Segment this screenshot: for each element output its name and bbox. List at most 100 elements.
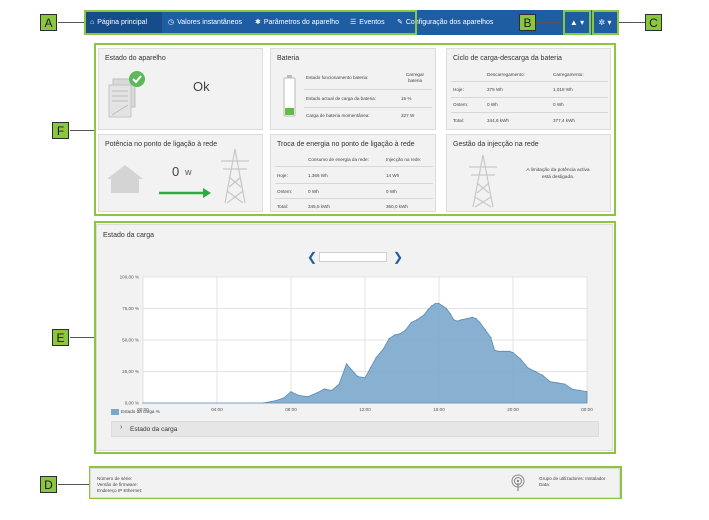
series-point: [493, 349, 496, 351]
series-point: [357, 375, 359, 378]
cycle-title: Ciclo de carga-descarga da bateria: [453, 55, 562, 62]
series-point: [503, 350, 505, 352]
exchange-divider-0: [275, 166, 433, 167]
series-point: [388, 338, 390, 340]
cycle-header-charge: Carregamento:: [553, 72, 584, 77]
series-point: [427, 309, 429, 311]
series-point: [364, 377, 366, 379]
battery-icon: [283, 75, 296, 117]
nav-device-configuration-label: Configuração dos aparelhos: [405, 19, 494, 26]
x-tick-label: 12:00: [359, 407, 371, 412]
page: ⌂ Página principal ◷ Valores instantâneos …: [0, 0, 709, 520]
callout-c: C: [645, 14, 662, 31]
device-state-title: Estado do aparelho: [105, 55, 166, 62]
grid-power-unit: W: [185, 170, 192, 177]
date-label: Data:: [539, 482, 550, 487]
series-point: [142, 402, 144, 404]
exchange-panel: Troca de energia no ponto de ligação à r…: [270, 134, 436, 212]
series-point: [449, 312, 451, 315]
exchange-row-2-feed: 0 Wh: [386, 189, 397, 194]
prev-day-button[interactable]: ❮: [307, 251, 317, 263]
callout-f-line: [70, 130, 94, 131]
feed-management-message: A limitação da potência activa está desl…: [526, 168, 590, 180]
battery-row-2-label: Estado actual de carga da bateria:: [306, 96, 376, 101]
series-point: [542, 374, 544, 376]
series-point: [338, 383, 340, 385]
status-footer: Número de série: Versão de firmware: End…: [90, 468, 620, 498]
series-point: [519, 358, 521, 360]
battery-divider-2: [304, 107, 432, 108]
exchange-row-2-label: Ontem:: [277, 189, 293, 194]
device-state-panel: Estado do aparelho Ok: [98, 48, 263, 130]
serial-number-label: Número de série:: [97, 476, 133, 481]
battery-row-1-value: Carregar bateria: [405, 72, 425, 83]
cycle-divider-1: [451, 97, 608, 98]
exchange-row-3-label: Total:: [277, 204, 288, 209]
series-point: [527, 367, 529, 369]
battery-row-2-value: 15 %: [401, 96, 412, 101]
series-point: [316, 392, 318, 394]
collapse-label: Estado da carga: [130, 426, 178, 433]
firmware-version-label: Versão de firmware:: [97, 482, 138, 487]
house-icon: [107, 165, 143, 193]
y-tick-label: 50,00 %: [122, 338, 139, 343]
cycle-panel: Ciclo de carga-descarga da bateria Desca…: [446, 48, 611, 130]
series-point: [297, 394, 299, 396]
cycle-header-discharge: Descarregamento:: [487, 72, 525, 77]
series-point: [534, 370, 536, 373]
y-tick-label: 75,00 %: [122, 306, 139, 311]
callout-e-line: [70, 337, 94, 338]
exchange-row-1-label: Hoje:: [277, 173, 288, 178]
exchange-divider-1: [275, 183, 433, 184]
user-group-label: Grupo de utilizadores: Instalador: [539, 476, 606, 481]
exchange-divider-2: [275, 198, 433, 199]
battery-title: Bateria: [277, 55, 300, 62]
x-tick-label: 20:00: [507, 407, 519, 412]
callout-b-line: [537, 22, 563, 23]
legend-label: Estado da carga %: [121, 409, 160, 414]
series-point: [475, 318, 477, 320]
next-day-button[interactable]: ❯: [393, 251, 403, 263]
feed-management-title: Gestão da injecção na rede: [453, 141, 539, 148]
chevron-right-icon: ›: [120, 424, 123, 431]
device-state-value: Ok: [193, 79, 210, 94]
cycle-row-2-label: Ontem:: [453, 102, 469, 107]
y-tick-label: 25,00 %: [122, 369, 139, 374]
grid-power-title: Potência no ponto de ligação à rede: [105, 141, 218, 148]
exchange-row-3-feed: 360,0 kWh: [386, 204, 408, 209]
series-point: [564, 383, 566, 385]
x-tick-label: 00:00: [581, 407, 593, 412]
series-point: [490, 336, 492, 339]
series-point: [275, 399, 277, 402]
grid-power-panel: Potência no ponto de ligação à rede 0 W: [98, 134, 263, 212]
series-point: [571, 388, 573, 390]
collapse-bar[interactable]: › Estado da carga: [111, 421, 599, 437]
wlan-icon: [511, 474, 525, 491]
battery-row-1-label: Estado funcionamento bateria:: [306, 75, 369, 80]
series-point: [460, 319, 462, 321]
callout-e: E: [52, 329, 69, 346]
callout-frame-a: [84, 10, 417, 35]
series-point: [419, 316, 422, 318]
exchange-row-1-consumption: 1.366 Wh: [308, 173, 328, 178]
cycle-row-1-charge: 1.018 Wh: [553, 87, 573, 92]
series-point: [375, 357, 377, 359]
series-point: [579, 389, 581, 391]
series-point: [453, 319, 455, 321]
x-tick-label: 08:00: [285, 407, 297, 412]
battery-row-3-label: Carga de bateria momentânea:: [306, 113, 370, 118]
callout-f: F: [52, 122, 69, 139]
series-point: [345, 363, 348, 365]
series-point: [434, 302, 436, 305]
series-point: [283, 397, 285, 399]
date-picker-input[interactable]: [319, 252, 387, 262]
series-point: [262, 402, 264, 404]
series-point: [416, 319, 418, 321]
series-point: [508, 350, 510, 352]
cycle-divider-2: [451, 112, 608, 113]
cycle-row-2-charge: 0 Wh: [553, 102, 564, 107]
cycle-row-2-discharge: 0 Wh: [487, 102, 498, 107]
battery-row-3-value: 327 W: [401, 113, 415, 118]
legend-swatch: [111, 409, 119, 415]
callout-frame-c: [592, 10, 619, 35]
